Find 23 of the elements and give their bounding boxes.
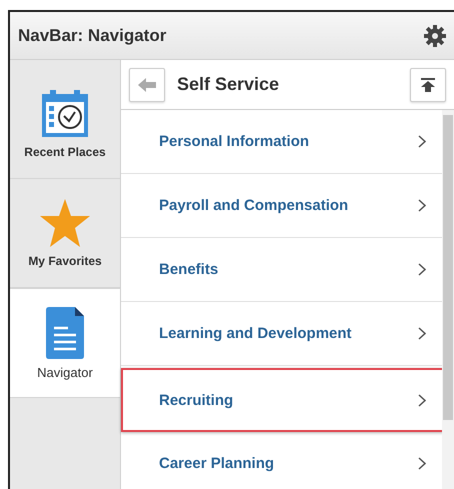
back-arrow-icon: [138, 78, 156, 92]
chevron-icon: [418, 135, 426, 148]
chevron-icon: [418, 199, 426, 212]
scroll-top-icon: [421, 78, 435, 92]
sidebar-tab[interactable]: My Favorites: [10, 179, 120, 288]
panel-title: Self Service: [177, 74, 280, 95]
chevron-icon: [418, 263, 426, 276]
chevron-icon: [418, 327, 426, 340]
tab-label: Recent Places: [24, 145, 106, 159]
star-icon: [39, 198, 91, 248]
window-title: NavBar: Navigator: [18, 26, 166, 46]
scrollbar-thumb[interactable]: [443, 115, 453, 420]
sidebar-tab[interactable]: Navigator: [10, 288, 120, 398]
scroll-top-button[interactable]: [410, 68, 446, 102]
sidebar-tab[interactable]: Recent Places: [10, 60, 120, 179]
tab-label: Navigator: [37, 364, 93, 380]
document-icon: [46, 306, 84, 358]
chevron-icon: [418, 457, 426, 470]
menu-item[interactable]: Recruiting: [121, 368, 444, 432]
calendar-clock-icon: [40, 89, 90, 139]
tab-label: My Favorites: [28, 254, 102, 268]
settings-icon[interactable]: [424, 24, 446, 46]
chevron-icon: [418, 394, 426, 406]
